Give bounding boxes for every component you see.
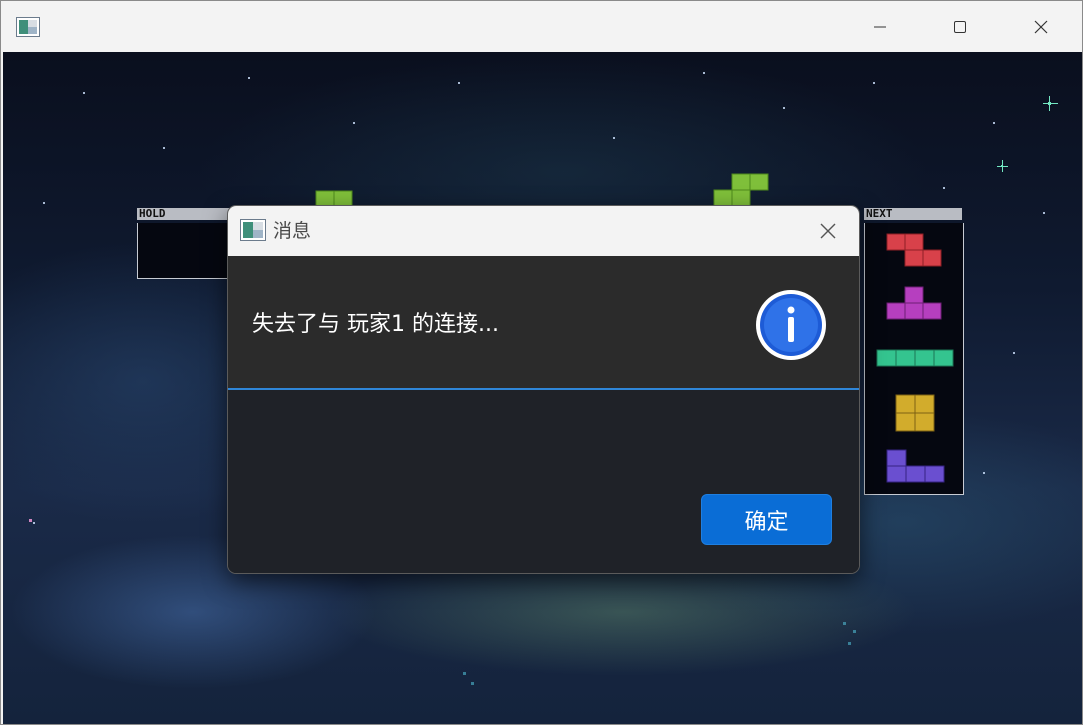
dialog-footer: 确定: [228, 390, 859, 573]
next-piece-j: [886, 449, 945, 483]
next-piece-o: [895, 394, 935, 432]
dialog-app-icon: [240, 219, 266, 241]
dialog-message: 失去了与 玩家1 的连接...: [252, 312, 499, 337]
close-icon: [820, 223, 836, 239]
next-piece-t: [886, 286, 942, 320]
ok-button[interactable]: 确定: [701, 494, 832, 545]
falling-piece-right: [713, 173, 769, 207]
dialog-body: 失去了与 玩家1 的连接...: [228, 256, 859, 390]
close-icon: [1034, 20, 1048, 33]
minimize-icon: [874, 26, 886, 27]
message-dialog: 消息 失去了与 玩家1 的连接... 确定: [228, 206, 859, 573]
window-titlebar[interactable]: [1, 1, 1082, 52]
next-piece-z: [886, 233, 942, 267]
dialog-title: 消息: [273, 220, 312, 242]
minimize-button[interactable]: [840, 1, 920, 52]
next-piece-i: [876, 349, 954, 367]
maximize-icon: [954, 20, 966, 33]
dialog-titlebar[interactable]: 消息: [228, 206, 859, 256]
close-window-button[interactable]: [1001, 1, 1081, 52]
falling-piece-left: [315, 190, 353, 208]
game-window: HOLD NEXT 消息 失去了与 玩家1 的连接... 确定: [0, 0, 1083, 725]
maximize-button[interactable]: [920, 1, 1000, 52]
dialog-close-button[interactable]: [814, 217, 842, 245]
info-icon: [756, 290, 826, 360]
app-icon: [16, 17, 40, 37]
